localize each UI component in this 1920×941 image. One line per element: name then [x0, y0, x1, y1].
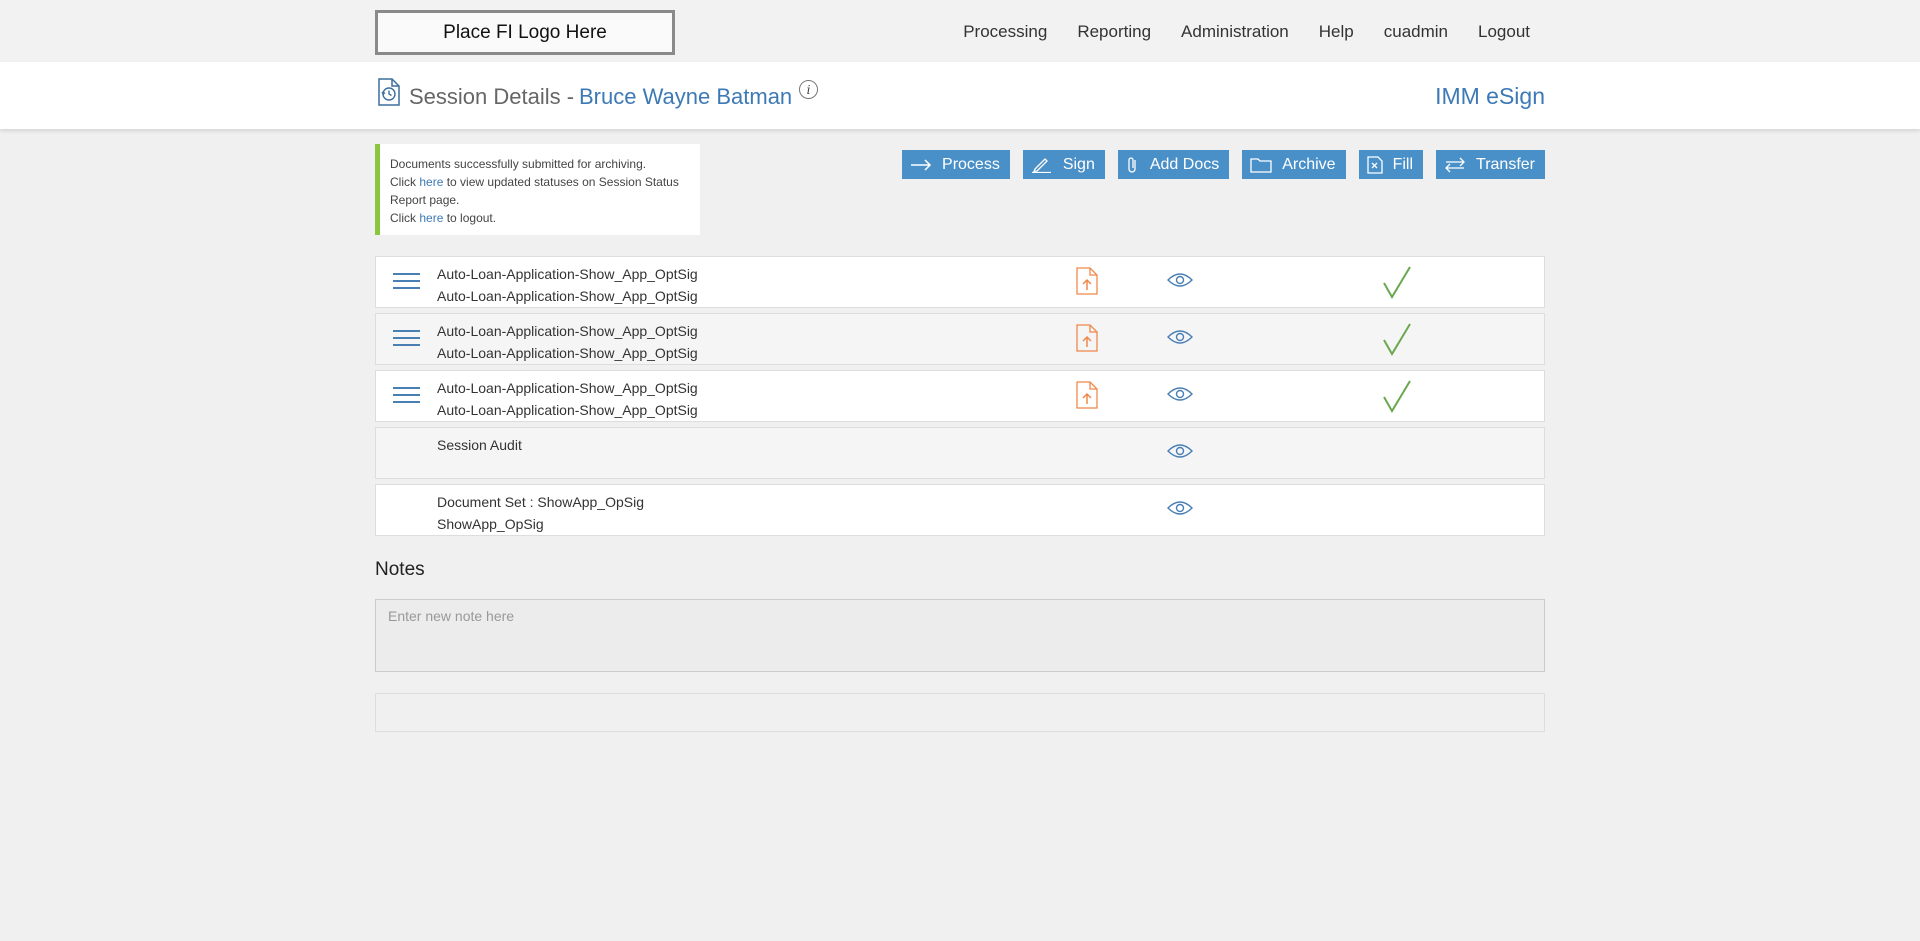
session-audit-row: Session Audit — [375, 427, 1545, 479]
alert-message: Documents successfully submitted for arc… — [390, 157, 647, 171]
document-row: Auto-Loan-Application-Show_App_OptSig Aut… — [375, 256, 1545, 308]
arrow-right-icon — [911, 158, 932, 171]
pdf-upload-icon[interactable] — [1076, 267, 1098, 295]
pen-icon — [1031, 157, 1051, 173]
document-name: Document Set : ShowApp_OpSig ShowApp_OpSi… — [437, 494, 645, 532]
logout-link[interactable]: here — [419, 211, 443, 225]
document-name: Auto-Loan-Application-Show_App_OptSig Aut… — [437, 266, 698, 304]
folder-icon — [1250, 157, 1272, 173]
document-name: Session Audit — [437, 437, 522, 453]
document-row: Auto-Loan-Application-Show_App_OptSig Aut… — [375, 370, 1545, 422]
nav-reporting[interactable]: Reporting — [1077, 22, 1151, 42]
eye-icon[interactable] — [1167, 386, 1193, 402]
top-navigation: Processing Reporting Administration Help… — [933, 22, 1530, 42]
info-icon[interactable]: i — [799, 80, 818, 99]
notes-heading: Notes — [375, 559, 425, 580]
nav-processing[interactable]: Processing — [963, 22, 1047, 42]
transfer-arrows-icon — [1445, 157, 1465, 172]
signed-check-icon — [1383, 266, 1411, 299]
nav-help[interactable]: Help — [1319, 22, 1354, 42]
add-docs-button[interactable]: Add Docs — [1117, 150, 1230, 179]
pdf-upload-icon[interactable] — [1076, 324, 1098, 352]
paperclip-icon — [1128, 156, 1136, 173]
pdf-upload-icon[interactable] — [1076, 381, 1098, 409]
document-set-row: Document Set : ShowApp_OpSig ShowApp_OpSi… — [375, 484, 1545, 536]
eye-icon[interactable] — [1167, 500, 1193, 516]
signed-check-icon — [1383, 323, 1411, 356]
page-title: Session Details - — [409, 84, 575, 109]
action-toolbar: Process Sign Add Docs Archive Fill Trans… — [889, 150, 1545, 179]
document-name: Auto-Loan-Application-Show_App_OptSig Aut… — [437, 323, 698, 361]
nav-user[interactable]: cuadmin — [1384, 22, 1448, 42]
eye-icon[interactable] — [1167, 443, 1193, 459]
fi-logo-placeholder[interactable]: Place FI Logo Here — [375, 10, 675, 55]
sign-button[interactable]: Sign — [1022, 150, 1105, 179]
status-report-link[interactable]: here — [419, 175, 443, 189]
session-history-icon — [378, 78, 400, 106]
document-row: Auto-Loan-Application-Show_App_OptSig Aut… — [375, 313, 1545, 365]
eye-icon[interactable] — [1167, 272, 1193, 288]
brand-name: IMM eSign — [1435, 83, 1545, 109]
top-bar: Place FI Logo Here Processing Reporting … — [0, 0, 1920, 62]
transfer-button[interactable]: Transfer — [1436, 150, 1545, 179]
eye-icon[interactable] — [1167, 329, 1193, 345]
alert-logout-line: Click here to logout. — [390, 211, 497, 225]
notes-list — [375, 693, 1545, 732]
new-note-input[interactable] — [375, 599, 1545, 672]
customer-name[interactable]: Bruce Wayne Batman — [579, 84, 792, 110]
alert-status-line: Click here to view updated statuses on S… — [390, 175, 679, 207]
archive-button[interactable]: Archive — [1242, 150, 1346, 179]
fill-button[interactable]: Fill — [1358, 150, 1424, 179]
hamburger-menu-icon[interactable] — [393, 387, 420, 405]
hamburger-menu-icon[interactable] — [393, 273, 420, 291]
document-name: Auto-Loan-Application-Show_App_OptSig Aut… — [437, 380, 698, 418]
process-button[interactable]: Process — [902, 150, 1010, 179]
signed-check-icon — [1383, 380, 1411, 413]
form-fill-icon — [1366, 155, 1383, 174]
archive-success-alert: Documents successfully submitted for arc… — [375, 144, 700, 235]
nav-logout[interactable]: Logout — [1478, 22, 1530, 42]
nav-administration[interactable]: Administration — [1181, 22, 1289, 42]
session-header — [0, 62, 1920, 129]
hamburger-menu-icon[interactable] — [393, 330, 420, 348]
